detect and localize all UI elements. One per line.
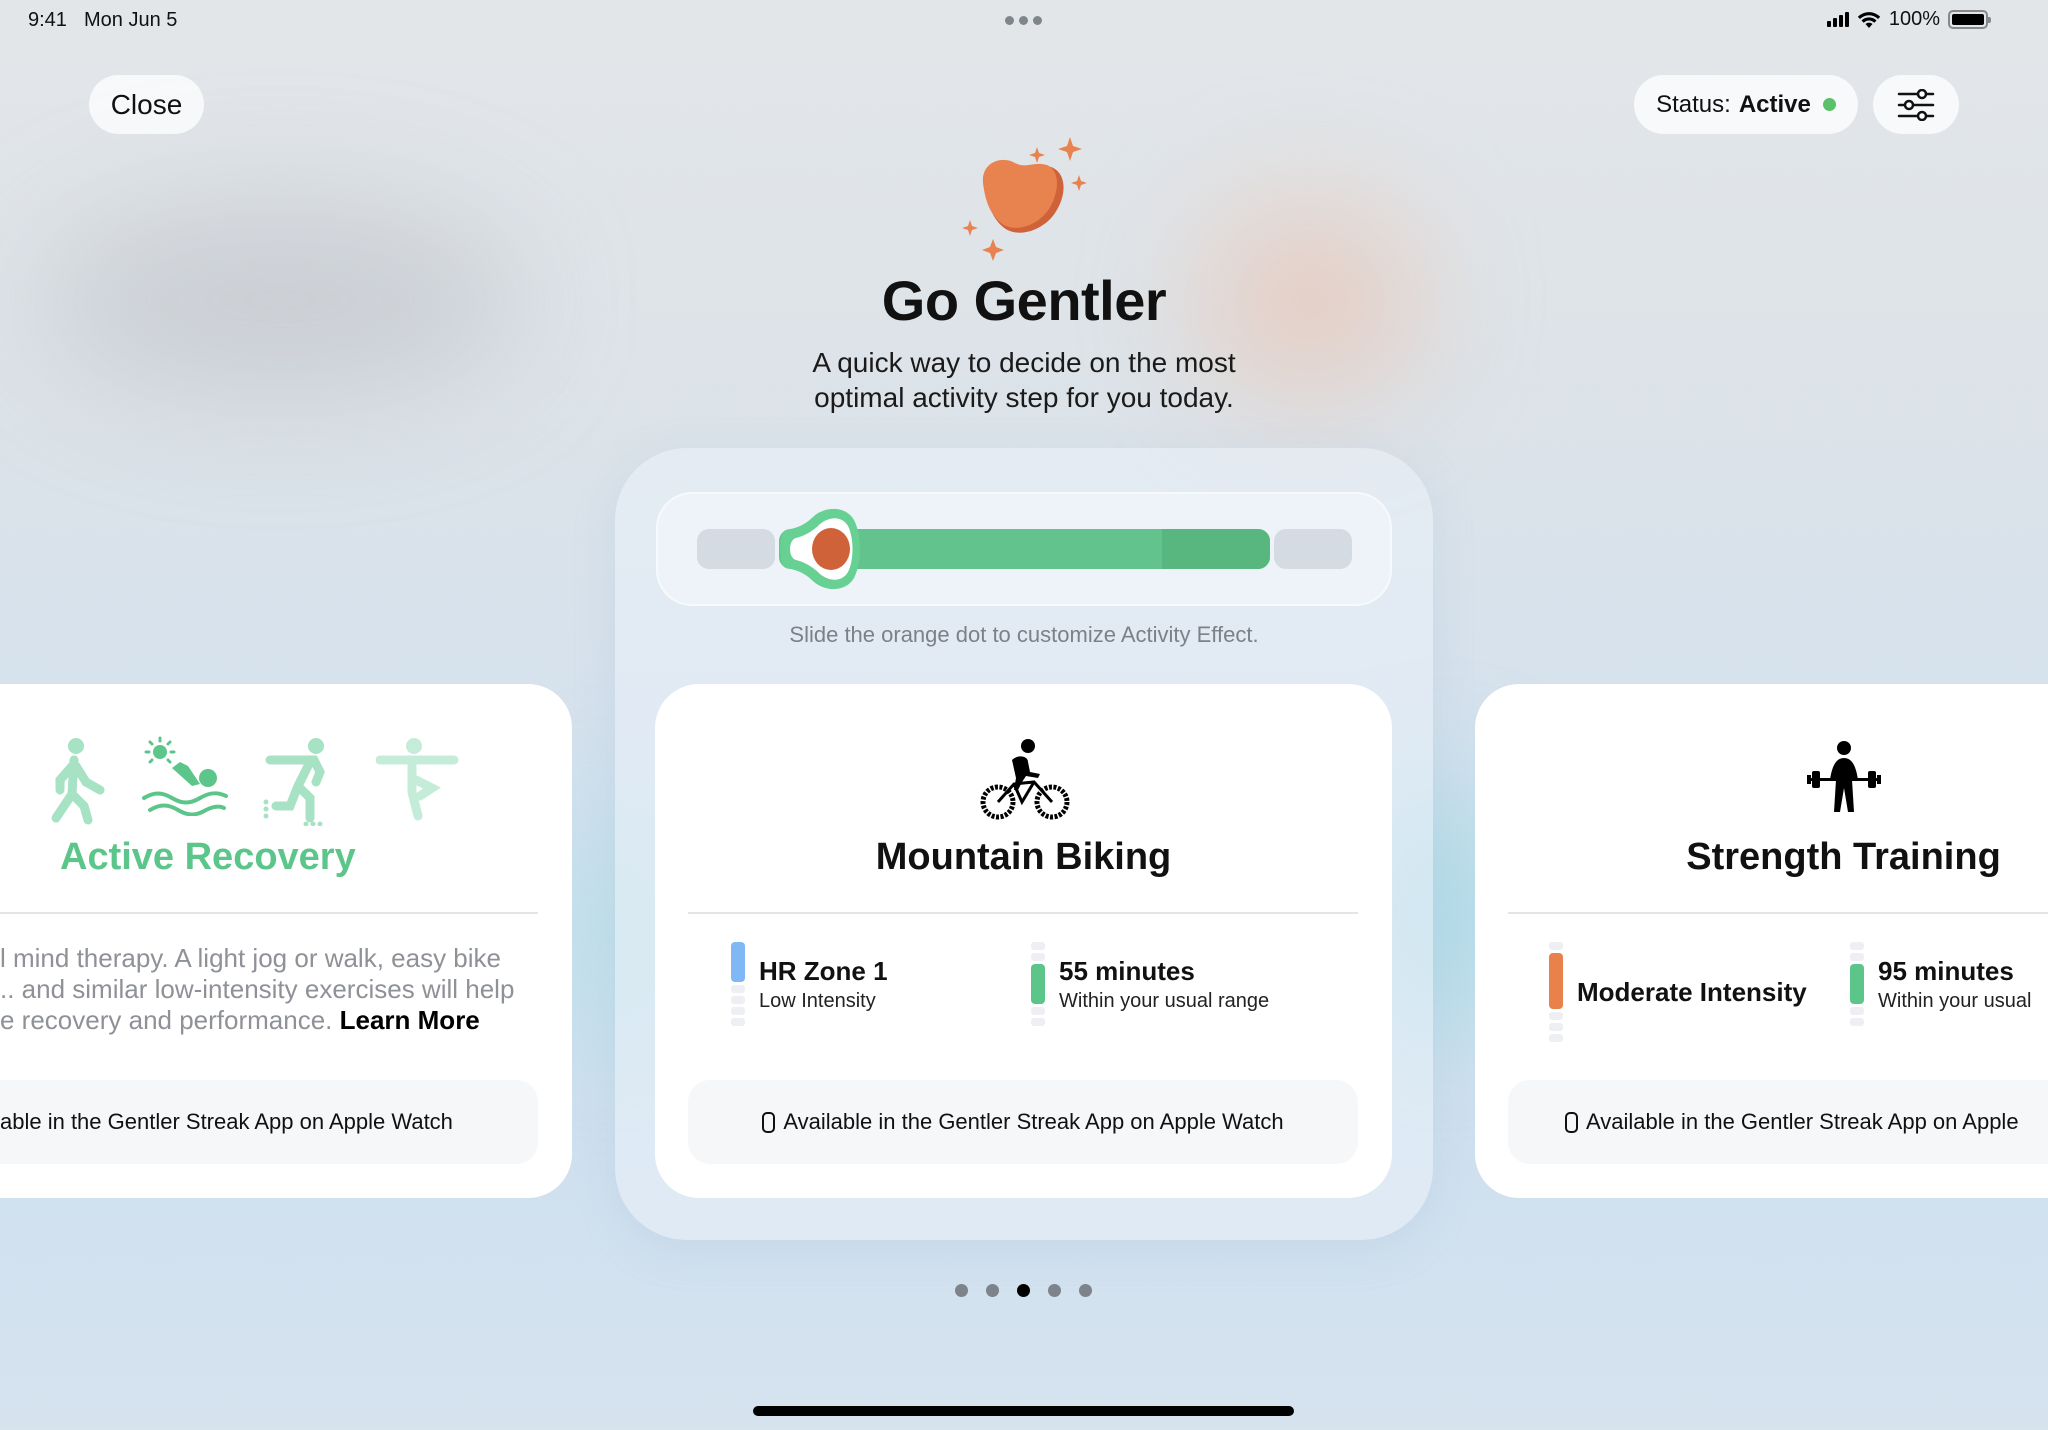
level-segment — [731, 1018, 745, 1026]
status-bar: 9:41 Mon Jun 5 100% — [0, 0, 2048, 42]
page-dot[interactable] — [1079, 1284, 1092, 1297]
page-title: Go Gentler — [881, 269, 1167, 332]
level-segment — [1850, 953, 1864, 961]
page-indicator[interactable] — [955, 1284, 1092, 1297]
sliders-icon — [1897, 88, 1935, 121]
battery-percent: 100% — [1888, 8, 1940, 30]
level-segment — [731, 996, 745, 1004]
level-segment — [1850, 1007, 1864, 1015]
level-segment — [1549, 1012, 1563, 1020]
slider-knob[interactable] — [776, 508, 886, 590]
page-dot[interactable] — [986, 1284, 999, 1297]
page-dot[interactable] — [1048, 1284, 1061, 1297]
intensity-level-bar — [731, 942, 745, 1026]
activity-card-active-recovery[interactable]: Active Recovery l mind therapy. A light … — [0, 684, 572, 1198]
level-segment — [1031, 1018, 1045, 1026]
status-button[interactable]: Status: Active — [1634, 75, 1858, 134]
multitasking-dots-icon[interactable] — [1005, 16, 1042, 25]
duration-level-bar — [1031, 942, 1045, 1026]
card-title: Strength Training — [1686, 836, 2001, 878]
page-subtitle: A quick way to decide on the most optima… — [812, 347, 1236, 413]
status-time: 9:41 — [28, 9, 67, 31]
yoga-icon — [376, 738, 459, 821]
status-indicator-dot — [1822, 98, 1836, 111]
filter-button[interactable] — [1873, 75, 1959, 134]
heart-sparkles-icon — [962, 137, 1087, 261]
level-segment — [1549, 1023, 1563, 1031]
close-button[interactable]: Close — [89, 75, 204, 134]
level-segment — [1549, 942, 1563, 950]
card-divider — [688, 912, 1358, 914]
apple-watch-icon — [1565, 1111, 1578, 1133]
swimming-icon — [142, 736, 228, 816]
level-segment — [1850, 942, 1864, 950]
slider-segment-left — [697, 529, 775, 569]
card-divider — [0, 912, 538, 914]
status-date: Mon Jun 5 — [84, 9, 178, 31]
level-segment — [1850, 964, 1864, 1004]
level-segment — [731, 985, 745, 993]
level-segment — [1031, 1007, 1045, 1015]
apple-watch-icon — [762, 1111, 776, 1133]
card-divider — [1508, 912, 2048, 914]
slider-segment-right — [1274, 529, 1352, 569]
level-segment — [1031, 942, 1045, 950]
learn-more-link[interactable]: Learn More — [340, 1005, 480, 1035]
activity-card-strength-training[interactable]: Strength Training Moderate Intensity 95 … — [1475, 684, 2048, 1198]
orange-dot — [812, 528, 850, 570]
bicycle-icon — [980, 739, 1070, 820]
status-label: Status: — [1656, 90, 1731, 118]
duration-level-bar — [1850, 942, 1864, 1026]
stat-intensity: HR Zone 1 Low Intensity — [731, 942, 888, 1026]
status-value: Active — [1738, 90, 1811, 118]
level-segment — [731, 942, 745, 982]
apple-watch-availability: able in the Gentler Streak App on Apple … — [0, 1080, 538, 1164]
wifi-icon — [1857, 11, 1881, 28]
rollerskating-icon — [263, 738, 325, 826]
card-title: Mountain Biking — [875, 836, 1172, 878]
stat-intensity: Moderate Intensity — [1549, 942, 1807, 1042]
level-segment — [1549, 953, 1563, 1009]
level-segment — [1549, 1034, 1563, 1042]
level-segment — [1850, 1018, 1864, 1026]
slider-track-highlight — [1161, 529, 1270, 569]
stat-duration: 55 minutes Within your usual range — [1031, 942, 1269, 1026]
card-title: Active Recovery — [60, 836, 356, 878]
cellular-signal-icon — [1826, 12, 1849, 27]
page-dot[interactable] — [1017, 1284, 1030, 1297]
walking-icon — [51, 738, 105, 825]
slider-hint: Slide the orange dot to customize Activi… — [789, 622, 1259, 647]
activity-card-mountain-biking[interactable]: Mountain Biking HR Zone 1 Low Intensity … — [655, 684, 1392, 1198]
apple-watch-availability: Available in the Gentler Streak App on A… — [1508, 1080, 2048, 1164]
level-segment — [1031, 964, 1045, 1004]
page-dot[interactable] — [955, 1284, 968, 1297]
card-description: l mind therapy. A light jog or walk, eas… — [0, 943, 515, 1035]
stat-duration: 95 minutes Within your usual — [1850, 942, 2031, 1026]
apple-watch-availability: Available in the Gentler Streak App on A… — [688, 1080, 1358, 1164]
level-segment — [731, 1007, 745, 1015]
battery-icon — [1948, 10, 1991, 29]
home-indicator[interactable] — [753, 1406, 1294, 1416]
weightlifting-icon — [1807, 741, 1881, 812]
intensity-level-bar — [1549, 942, 1563, 1042]
level-segment — [1031, 953, 1045, 961]
